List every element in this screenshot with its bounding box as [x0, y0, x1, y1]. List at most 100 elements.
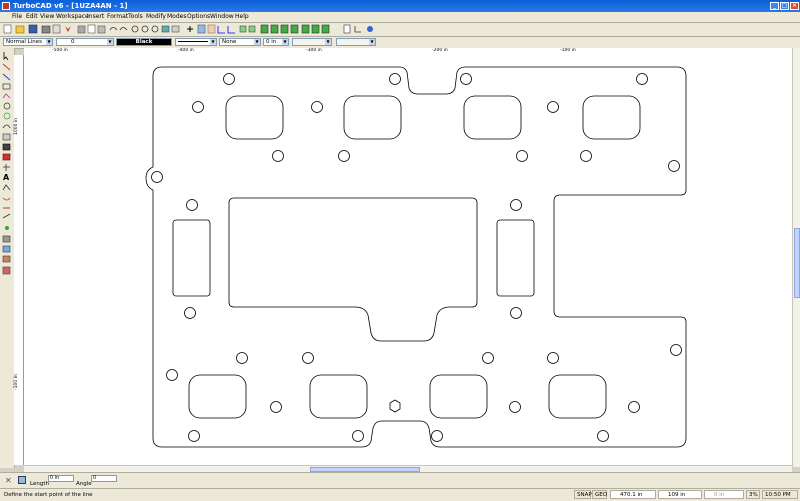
clock: 10:50 PM	[762, 490, 798, 499]
close-button[interactable]: ×	[790, 2, 799, 10]
status-prompt: Define the start point of the line	[4, 492, 93, 498]
bolt-hole	[510, 307, 522, 319]
chevron-down-icon: ▼	[210, 39, 216, 45]
length-field[interactable]: 0 in	[48, 475, 74, 482]
chevron-down-icon: ▼	[325, 39, 331, 45]
zoom-level: 3%	[746, 490, 760, 499]
drawing-toolbar: A	[0, 48, 15, 468]
standard-toolbar	[0, 23, 800, 37]
svg-text:A: A	[3, 173, 10, 182]
ruler-label: -500 in	[52, 48, 68, 53]
angle-value: 0	[93, 475, 97, 481]
bolt-hole	[482, 352, 494, 364]
app-icon	[2, 2, 10, 10]
line-width-select[interactable]: 0 ▼	[56, 38, 114, 46]
port-opening	[582, 95, 641, 140]
bolt-hole	[352, 430, 364, 442]
angle-label: Angle	[76, 481, 92, 487]
ruler-label: -300 in	[306, 48, 322, 53]
x-coord-value: 470.1 in	[620, 492, 643, 498]
extra-select[interactable]: ▼	[336, 38, 376, 46]
menu-format[interactable]: Format	[107, 12, 128, 22]
bolt-hole	[547, 101, 559, 113]
pattern-select[interactable]: None ▼	[219, 38, 261, 46]
menu-edit[interactable]: Edit	[26, 12, 38, 22]
ruler-label: -100 in	[14, 374, 19, 390]
chevron-down-icon: ▼	[369, 39, 375, 45]
bolt-hole	[338, 150, 350, 162]
line-width-value: 0	[71, 39, 75, 45]
maximize-button[interactable]: □	[780, 2, 789, 10]
port-opening	[225, 95, 284, 140]
menu-insert[interactable]: Insert	[87, 12, 104, 22]
length-value: 0 in	[50, 475, 60, 481]
line-style-select[interactable]: Normal Lines ▼	[3, 38, 53, 46]
menu-file[interactable]: File	[12, 12, 22, 22]
bolt-hole	[670, 344, 682, 356]
line-type-select[interactable]: ▼	[175, 38, 217, 46]
bolt-hole	[236, 352, 248, 364]
port-opening	[343, 95, 402, 140]
chevron-down-icon: ▼	[254, 39, 260, 45]
bolt-hole	[184, 307, 196, 319]
menu-help[interactable]: Help	[235, 12, 249, 22]
bolt-hole	[151, 171, 163, 183]
status-bar: Define the start point of the line SNAP …	[0, 488, 800, 501]
offset-select[interactable]: 0 in ▼	[263, 38, 289, 46]
color-select[interactable]: Black	[116, 38, 172, 46]
line-style-value: Normal Lines	[6, 39, 42, 45]
drawing-tool-icons: A	[2, 52, 11, 275]
ruler-label: -400 in	[178, 48, 194, 53]
bolt-hole	[580, 150, 592, 162]
bolt-hole	[431, 430, 443, 442]
angle-field[interactable]: 0	[91, 475, 117, 482]
vertical-scroll-thumb[interactable]	[794, 228, 800, 298]
chevron-down-icon: ▼	[46, 39, 52, 45]
menu-workspace[interactable]: Workspace	[56, 12, 89, 22]
chevron-down-icon: ▼	[107, 39, 113, 45]
bolt-hole	[272, 150, 284, 162]
title-bar: TurboCAD v6 - [1UZA4AN - 1] _ □ ×	[0, 0, 800, 12]
bolt-hole	[668, 160, 680, 172]
x-coordinate: 470.1 in	[610, 490, 656, 499]
ruler-label: -200 in	[432, 48, 448, 53]
bolt-hole	[311, 101, 323, 113]
port-opening	[548, 374, 607, 419]
cancel-icon[interactable]: ✕	[5, 476, 12, 485]
bolt-hole	[628, 401, 640, 413]
menu-window[interactable]: Window	[210, 12, 234, 22]
bolt-hole	[510, 199, 522, 211]
bolt-hole	[597, 430, 609, 442]
port-opening	[309, 374, 368, 419]
color-value: Black	[135, 39, 153, 45]
layer-select[interactable]: ▼	[292, 38, 332, 46]
y-coordinate: 109 in	[658, 490, 702, 499]
bolt-hole	[166, 369, 178, 381]
minimize-button[interactable]: _	[770, 2, 779, 10]
bolt-hole	[192, 101, 204, 113]
hex-hole	[389, 399, 401, 413]
vertical-scrollbar[interactable]	[792, 48, 800, 467]
line-type-icon	[178, 41, 208, 42]
chevron-down-icon: ▼	[282, 39, 288, 45]
menu-bar: File Edit View Workspace Insert Format T…	[0, 12, 800, 23]
menu-modify[interactable]: Modify	[146, 12, 166, 22]
table-icon[interactable]	[18, 476, 26, 484]
ruler-label: -100 in	[560, 48, 576, 53]
snap-indicator[interactable]: SNAP	[574, 490, 592, 499]
bolt-hole	[516, 150, 528, 162]
bolt-hole	[223, 73, 235, 85]
z-coordinate: 0 in	[704, 490, 744, 499]
menu-tools[interactable]: Tools	[128, 12, 143, 22]
bolt-hole	[188, 430, 200, 442]
menu-modes[interactable]: Modes	[167, 12, 186, 22]
z-coord-value: 0 in	[714, 492, 725, 498]
window-title: TurboCAD v6 - [1UZA4AN - 1]	[13, 2, 128, 10]
menu-options[interactable]: Options	[187, 12, 210, 22]
drawing-canvas[interactable]	[24, 55, 792, 465]
menu-view[interactable]: View	[40, 12, 54, 22]
gasket-drawing	[145, 66, 687, 448]
y-coord-value: 109 in	[668, 492, 686, 498]
offset-value: 0 in	[266, 39, 277, 45]
geo-indicator[interactable]: GEO	[592, 490, 607, 499]
